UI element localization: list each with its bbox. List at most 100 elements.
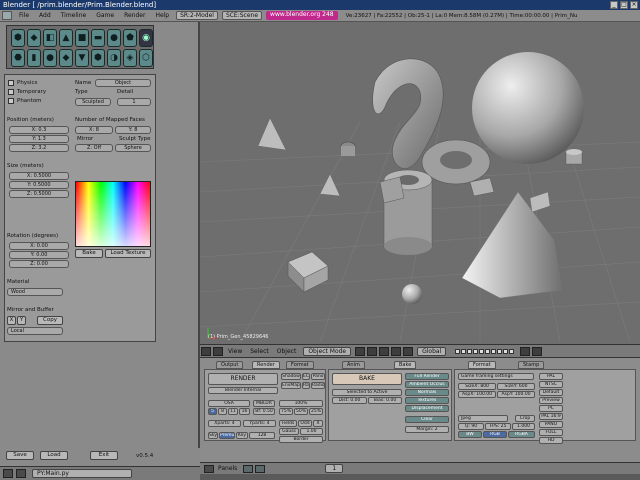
- size-y-field[interactable]: Y: 0.5000: [9, 181, 69, 189]
- pyramid[interactable]: [257, 117, 287, 151]
- quality-field[interactable]: Q: 90: [458, 423, 484, 430]
- margin-field[interactable]: Margin: 2: [405, 426, 449, 433]
- pct100-button[interactable]: 100%: [279, 400, 323, 407]
- gauss-toggle[interactable]: Gauss: [279, 428, 299, 435]
- yparts-field[interactable]: Yparts: 4: [243, 420, 276, 427]
- sizex-field[interactable]: SizeX: 800: [458, 383, 496, 390]
- mode-dropdown[interactable]: Object Mode: [303, 346, 352, 356]
- half-sphere-tool-icon[interactable]: ◑: [107, 49, 121, 67]
- osa-5-button[interactable]: 5: [208, 408, 217, 415]
- ball-tool-icon[interactable]: ●: [43, 49, 57, 67]
- preset-hd[interactable]: HD: [539, 437, 563, 444]
- file-format-dropdown[interactable]: Jpeg: [458, 415, 508, 422]
- close-button[interactable]: ×: [630, 1, 638, 9]
- menu-toggle-icon[interactable]: [213, 346, 223, 356]
- ambient-occlusion-option[interactable]: Ambient Occlus: [405, 381, 449, 388]
- preset-full[interactable]: FULL: [539, 429, 563, 436]
- blender-url-link[interactable]: www.blender.org 248: [266, 11, 338, 20]
- displacement-option[interactable]: Displacement: [405, 405, 449, 412]
- bits-field[interactable]: 128: [249, 432, 275, 439]
- 3d-viewport[interactable]: (1) Prim_Gen_45829646: [200, 22, 640, 344]
- faces-y-field[interactable]: Y: 8: [115, 126, 151, 134]
- premul-toggle[interactable]: Premul: [219, 432, 235, 439]
- bake-button[interactable]: BAKE: [332, 373, 402, 385]
- tube-tool-icon[interactable]: ▮: [27, 49, 41, 67]
- menu-file[interactable]: File: [14, 12, 34, 19]
- gauss-value-field[interactable]: 1.00: [300, 428, 323, 435]
- box-tool-icon[interactable]: ◧: [43, 29, 57, 47]
- bw-toggle[interactable]: BW: [458, 431, 482, 438]
- osa-16-button[interactable]: 16: [239, 408, 250, 415]
- mirror-y-toggle[interactable]: Y: [17, 316, 26, 325]
- fps-base-field[interactable]: 1.000: [512, 423, 535, 430]
- scene-context-icon[interactable]: [255, 464, 266, 473]
- sphere-large[interactable]: [472, 52, 584, 164]
- bake-texture-button[interactable]: Bake: [75, 249, 103, 258]
- render-icon[interactable]: [532, 346, 543, 356]
- game-framing-button[interactable]: Game framing settings: [458, 373, 534, 380]
- frame-field[interactable]: 1: [325, 464, 344, 473]
- shadow-toggle[interactable]: Shadow: [281, 373, 301, 380]
- rotation-z-field[interactable]: Z: 0.00: [9, 260, 69, 268]
- rgb-toggle[interactable]: RGB: [483, 431, 507, 438]
- pano-toggle[interactable]: Pano: [311, 373, 325, 380]
- osa-11-button[interactable]: 11: [228, 408, 238, 415]
- osa-toggle[interactable]: OSA: [208, 400, 250, 407]
- position-x-field[interactable]: X: 0.3: [9, 126, 69, 134]
- render-engine-dropdown[interactable]: Blender Internal: [208, 387, 278, 394]
- tree-tool-icon[interactable]: ⬡: [139, 49, 153, 67]
- tab-output[interactable]: Output: [216, 361, 244, 369]
- copy-button[interactable]: Copy: [37, 316, 63, 325]
- render-button[interactable]: RENDER: [208, 373, 278, 385]
- aspy-field[interactable]: AspY: 100.00: [497, 391, 535, 398]
- material-dropdown[interactable]: Wood: [7, 288, 63, 296]
- tab-render-format[interactable]: Format: [286, 361, 314, 369]
- menu-select[interactable]: Select: [246, 348, 273, 355]
- rotation-y-field[interactable]: Y: 0.00: [9, 251, 69, 259]
- name-field[interactable]: Object: [95, 79, 151, 87]
- ray-toggle[interactable]: Ray: [302, 382, 310, 389]
- preset-ntsc[interactable]: NTSC: [539, 381, 563, 388]
- mirror-x-toggle[interactable]: X: [7, 316, 16, 325]
- sculpt-texture-preview[interactable]: [75, 181, 151, 247]
- cone-tool-icon[interactable]: ▲: [59, 29, 73, 47]
- small-box[interactable]: [379, 176, 405, 204]
- menu-render[interactable]: Render: [119, 12, 150, 19]
- diamond-tool-icon[interactable]: ◆: [59, 49, 73, 67]
- blur-factor-field[interactable]: Bf: 0.50: [253, 408, 275, 415]
- temporary-checkbox[interactable]: [8, 89, 14, 95]
- panels-menu[interactable]: Panels: [214, 465, 237, 472]
- normals-option[interactable]: Normals: [405, 389, 449, 396]
- load-texture-button[interactable]: Load Texture: [105, 249, 151, 258]
- radio-toggle[interactable]: Radio: [311, 382, 325, 389]
- lock-icon[interactable]: [520, 346, 531, 356]
- menu-object[interactable]: Object: [273, 348, 301, 355]
- render-context-icon[interactable]: [243, 464, 254, 473]
- menu-help[interactable]: Help: [150, 12, 174, 19]
- sculpt-tool-icon[interactable]: ◈: [123, 49, 137, 67]
- rgba-toggle[interactable]: RGBA: [508, 431, 535, 438]
- tab-format[interactable]: Format: [468, 361, 496, 369]
- border-toggle[interactable]: Border: [279, 436, 323, 443]
- pyramid-tool-icon[interactable]: ▼: [75, 49, 89, 67]
- fps-field[interactable]: FPS: 25: [485, 423, 511, 430]
- scene-selector[interactable]: SCE:Scene: [221, 11, 263, 20]
- screen-selector[interactable]: SR:2-Model: [176, 11, 218, 20]
- detail-field[interactable]: 1: [117, 98, 151, 106]
- bias-field[interactable]: Bias: 0.00: [368, 397, 402, 404]
- pct75-button[interactable]: 75%: [279, 408, 293, 415]
- menu-game[interactable]: Game: [91, 12, 119, 19]
- size-z-field[interactable]: Z: 0.5000: [9, 190, 69, 198]
- minimize-button[interactable]: _: [610, 1, 618, 9]
- ec-toggle[interactable]: EC: [302, 373, 310, 380]
- cube-tool-icon[interactable]: ⬢: [11, 29, 25, 47]
- rotate-icon[interactable]: [403, 346, 414, 356]
- position-y-field[interactable]: Y: 1.3: [9, 135, 69, 143]
- exit-button[interactable]: Exit: [90, 451, 118, 460]
- local-dropdown[interactable]: Local: [7, 327, 63, 335]
- menu-view[interactable]: View: [224, 348, 246, 355]
- manipulator-icon[interactable]: [379, 346, 390, 356]
- tab-stamp[interactable]: Stamp: [518, 361, 545, 369]
- preset-pc[interactable]: PC: [539, 405, 563, 412]
- ring-tool-icon[interactable]: ⬢: [91, 49, 105, 67]
